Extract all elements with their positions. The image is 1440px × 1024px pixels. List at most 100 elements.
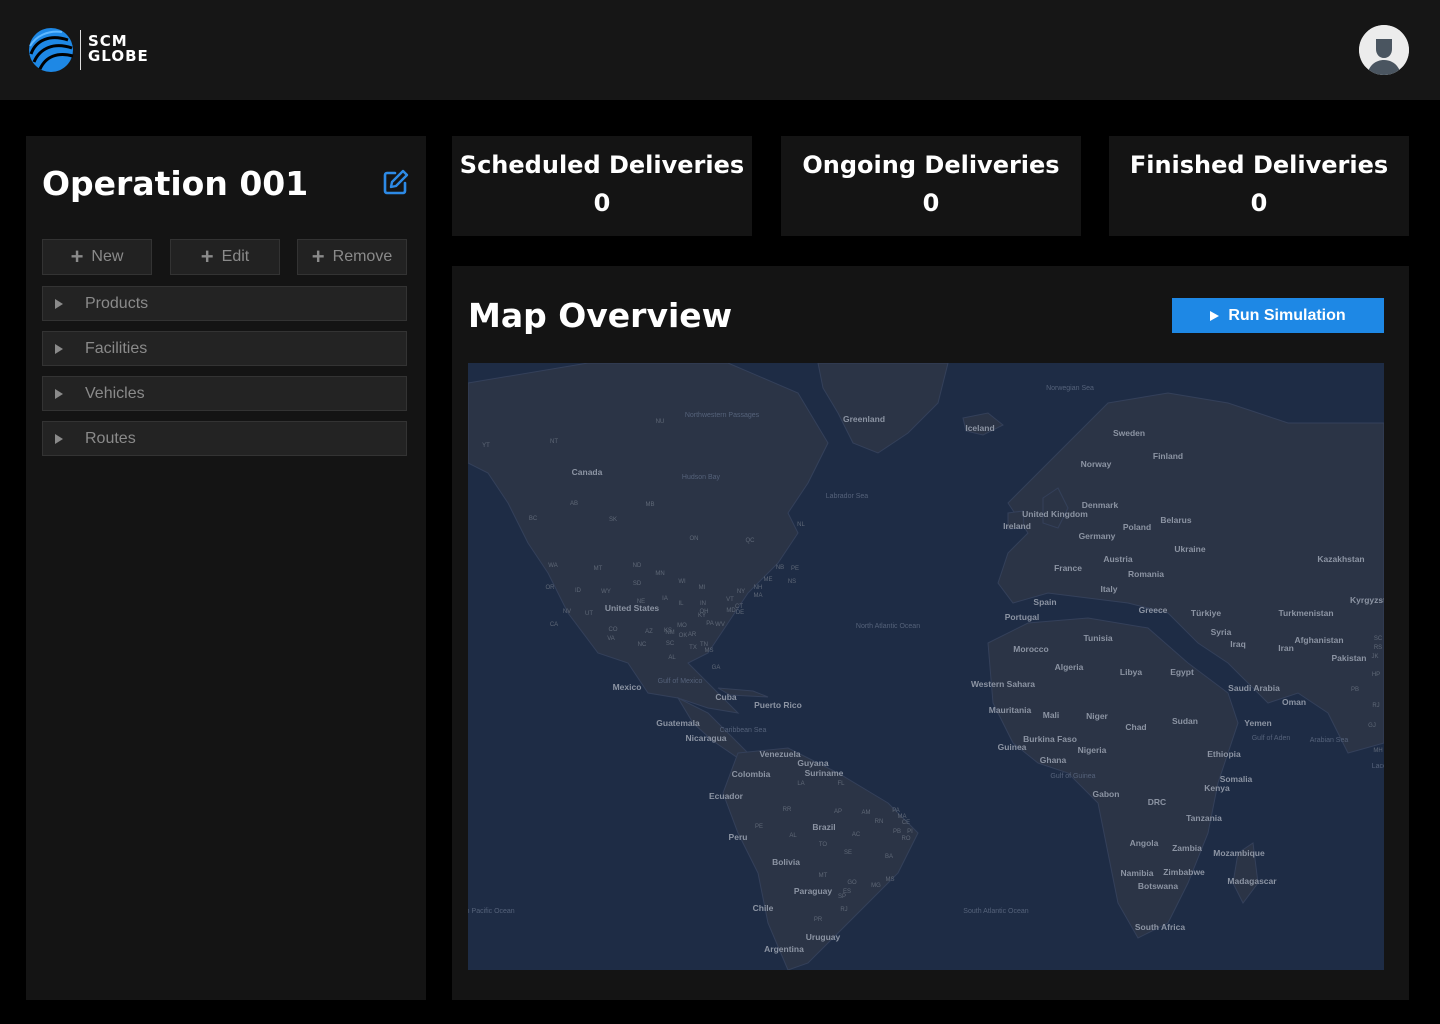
map-country-label: Tunisia bbox=[1083, 633, 1112, 643]
stat-value: 0 bbox=[922, 189, 940, 217]
map-country-label: Afghanistan bbox=[1294, 635, 1343, 645]
tree-item-routes[interactable]: Routes bbox=[42, 421, 407, 456]
remove-button[interactable]: + Remove bbox=[297, 239, 407, 275]
logo-wordmark: SCM GLOBE bbox=[88, 34, 149, 64]
map-region-label: NB bbox=[776, 565, 784, 571]
map-region-label: PA bbox=[706, 621, 714, 627]
map-region-label: TX bbox=[689, 645, 697, 651]
world-map-canvas[interactable]: Greenland Iceland Sweden Finland Norway Canad… bbox=[468, 363, 1384, 970]
map-region-label: BC bbox=[529, 516, 538, 522]
map-region-label: JK bbox=[1371, 654, 1378, 660]
map-country-label: Chile bbox=[753, 903, 774, 913]
map-region-label: ND bbox=[633, 563, 642, 569]
map-country-label: Canada bbox=[572, 467, 603, 477]
map-region-label: AP bbox=[834, 809, 842, 815]
map-region-label: MI bbox=[699, 585, 706, 591]
map-region-label: GJ bbox=[1368, 723, 1376, 729]
map-region-label: MA bbox=[754, 593, 763, 599]
map-region-label: AL bbox=[789, 833, 797, 839]
map-country-label: Uruguay bbox=[806, 932, 841, 942]
map-region-label: OR bbox=[546, 585, 556, 591]
map-region-label: SE bbox=[844, 850, 852, 856]
map-region-label: PI bbox=[907, 829, 913, 835]
map-region-label: TO bbox=[819, 842, 828, 848]
globe-wave-logo-icon bbox=[29, 28, 74, 72]
new-button[interactable]: + New bbox=[42, 239, 152, 275]
map-country-label: Namibia bbox=[1120, 868, 1153, 878]
map-country-label: Botswana bbox=[1138, 881, 1178, 891]
map-country-label: Niger bbox=[1086, 711, 1108, 721]
map-water-label: South Pacific Ocean bbox=[468, 908, 515, 915]
tree-item-facilities[interactable]: Facilities bbox=[42, 331, 407, 366]
map-water-label: Labrador Sea bbox=[826, 493, 869, 500]
map-water-label: Hudson Bay bbox=[682, 474, 721, 481]
stat-label: Ongoing Deliveries bbox=[802, 151, 1060, 179]
map-country-label: Saudi Arabia bbox=[1228, 683, 1280, 693]
map-country-label: Western Sahara bbox=[971, 679, 1035, 689]
map-region-label: SC bbox=[1374, 636, 1383, 642]
user-avatar[interactable] bbox=[1359, 25, 1409, 75]
map-region-label: IL bbox=[678, 601, 684, 607]
plus-icon: + bbox=[311, 244, 325, 269]
map-region-label: AB bbox=[570, 501, 578, 507]
map-country-label: Germany bbox=[1079, 531, 1116, 541]
tree-item-label: Products bbox=[85, 294, 149, 312]
expand-arrow-icon bbox=[55, 433, 63, 444]
tree-item-products[interactable]: Products bbox=[42, 286, 407, 321]
map-region-label: MT bbox=[819, 873, 828, 879]
map-country-label: Guyana bbox=[797, 758, 828, 768]
map-region-label: SC bbox=[666, 641, 675, 647]
top-bar: SCM GLOBE bbox=[0, 0, 1440, 100]
map-region-label: VA bbox=[607, 636, 615, 642]
map-water-label: Arabian Sea bbox=[1310, 737, 1349, 744]
map-region-label: AC bbox=[852, 832, 861, 838]
map-country-label: Colombia bbox=[732, 769, 771, 779]
map-country-label: Iraq bbox=[1230, 639, 1246, 649]
edit-icon[interactable] bbox=[382, 168, 410, 196]
scheduled-deliveries-card: Scheduled Deliveries 0 bbox=[452, 136, 752, 236]
map-region-label: NY bbox=[737, 589, 745, 595]
map-country-label: Zimbabwe bbox=[1163, 867, 1205, 877]
map-region-label: AL bbox=[668, 655, 676, 661]
edit-button-label: Edit bbox=[221, 248, 250, 265]
map-water-label: South Atlantic Ocean bbox=[963, 908, 1028, 915]
map-country-label: Tanzania bbox=[1186, 813, 1222, 823]
plus-icon: + bbox=[70, 244, 84, 269]
stat-value: 0 bbox=[1250, 189, 1268, 217]
map-country-label: Burkina Faso bbox=[1023, 734, 1077, 744]
map-country-label: Norway bbox=[1081, 459, 1112, 469]
map-country-label: Ethiopia bbox=[1207, 749, 1241, 759]
map-region-label: IA bbox=[662, 596, 668, 602]
map-region-label: PE bbox=[791, 566, 799, 572]
edit-button[interactable]: + Edit bbox=[170, 239, 280, 275]
map-country-label: Spain bbox=[1033, 597, 1056, 607]
map-water-label: Gulf of Mexico bbox=[658, 678, 703, 685]
map-country-label: Venezuela bbox=[759, 749, 800, 759]
tree-item-vehicles[interactable]: Vehicles bbox=[42, 376, 407, 411]
run-simulation-button[interactable]: Run Simulation bbox=[1172, 298, 1384, 333]
map-region-label: MT bbox=[594, 566, 603, 572]
remove-button-label: Remove bbox=[332, 248, 393, 265]
stat-label: Finished Deliveries bbox=[1129, 151, 1389, 179]
logo-line-2: GLOBE bbox=[88, 47, 149, 65]
new-button-label: New bbox=[91, 248, 124, 265]
map-country-label: Suriname bbox=[805, 768, 844, 778]
map-region-label: NH bbox=[754, 585, 763, 591]
map-region-label: SD bbox=[633, 581, 642, 587]
map-region-label: NC bbox=[638, 642, 647, 648]
map-country-label: Puerto Rico bbox=[754, 700, 802, 710]
map-region-label: RO bbox=[902, 836, 911, 842]
map-region-label: QC bbox=[746, 538, 756, 544]
map-region-label: PB bbox=[893, 829, 901, 835]
map-overview-title: Map Overview bbox=[468, 296, 733, 335]
map-country-label: Guatemala bbox=[656, 718, 700, 728]
map-country-label: Mali bbox=[1043, 710, 1060, 720]
map-region-label: UT bbox=[585, 611, 593, 617]
map-region-label: ME bbox=[764, 577, 773, 583]
map-country-label: Mauritania bbox=[989, 705, 1032, 715]
tree-item-label: Facilities bbox=[85, 339, 148, 357]
map-region-label: WY bbox=[601, 589, 611, 595]
map-region-label: CA bbox=[550, 622, 558, 628]
map-country-label: Egypt bbox=[1170, 667, 1194, 677]
world-map[interactable]: Greenland Iceland Sweden Finland Norway Canad… bbox=[468, 363, 1384, 970]
